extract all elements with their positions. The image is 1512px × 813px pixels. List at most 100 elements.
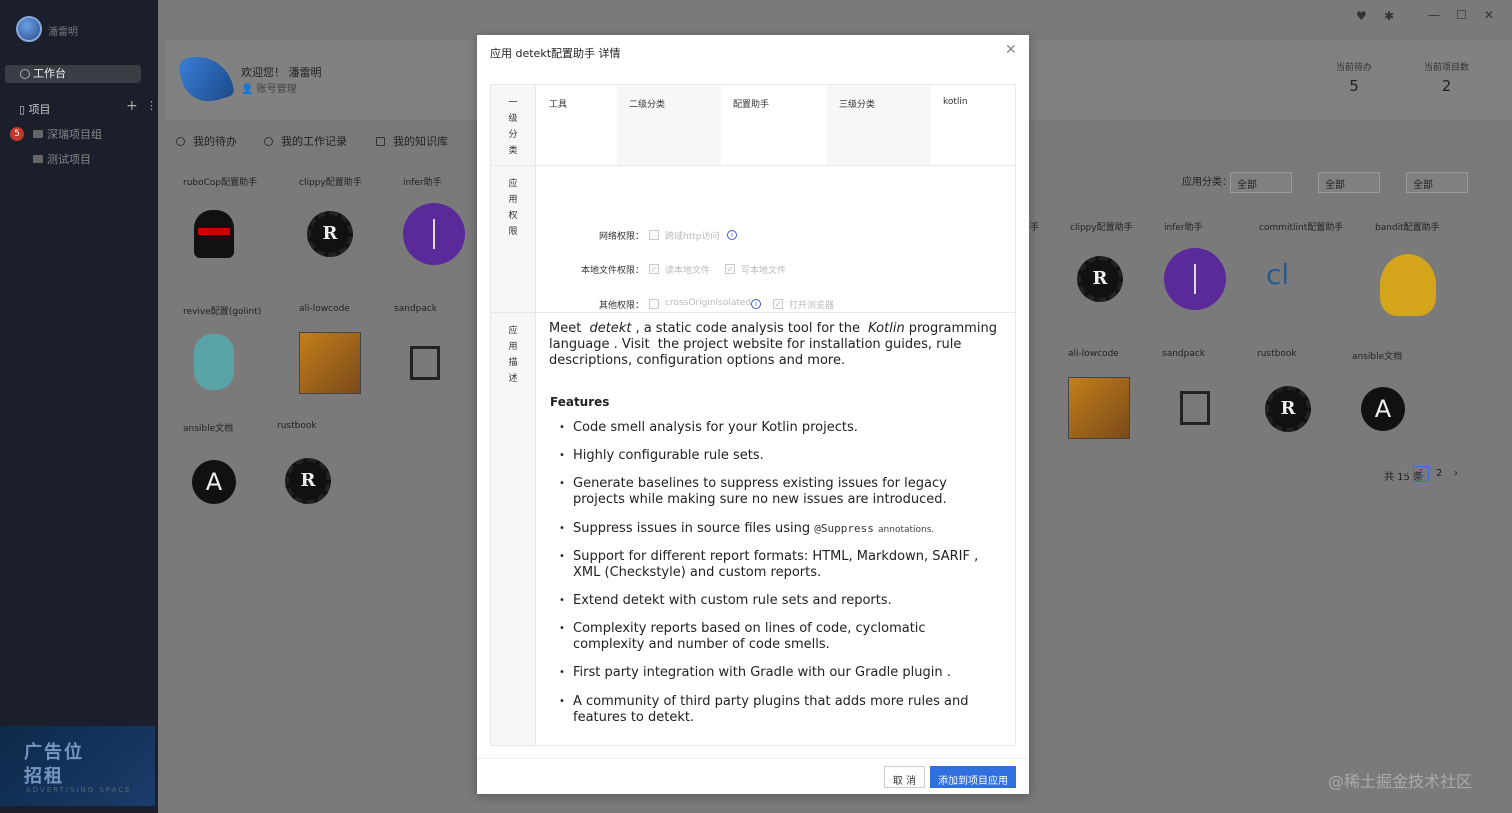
open-browser-checkbox[interactable]: ✓ <box>773 299 783 309</box>
gopher-icon[interactable] <box>194 334 234 390</box>
feature-item: • Highly configurable rule sets. <box>559 448 1001 464</box>
feature-text: Code smell analysis for your Kotlin proj… <box>573 420 858 435</box>
dialog-title: 应用 detekt配置助手 详情 <box>490 47 621 60</box>
row-header-char: 级 <box>508 114 518 124</box>
book-icon <box>376 137 385 146</box>
kotlin-link[interactable]: Kotlin <box>868 321 905 336</box>
app-card-title[interactable]: ansible文档 <box>1352 349 1402 362</box>
cross-origin-checkbox[interactable] <box>649 299 659 309</box>
sidebar-item-project-group[interactable]: 深瑞项目组 <box>33 126 102 142</box>
lowcode-icon[interactable] <box>299 332 361 394</box>
more-icon[interactable]: ⋮ <box>146 99 157 112</box>
sandpack-icon[interactable] <box>410 346 440 380</box>
features-heading: Features <box>550 395 610 409</box>
row-header-char: 分 <box>508 130 518 140</box>
sidebar-projects-header[interactable]: ▯ 项目 <box>19 101 51 117</box>
app-card-title[interactable]: 手 <box>1030 220 1039 233</box>
feature-item: • Generate baselines to suppress existing… <box>559 476 1001 508</box>
read-file-checkbox[interactable]: ✓ <box>649 264 659 274</box>
lowcode-icon[interactable] <box>1068 377 1130 439</box>
app-card-title[interactable]: revive配置(golint) <box>183 304 261 317</box>
app-card-title[interactable]: ansible文档 <box>183 421 233 434</box>
row-header-description: 应 用 描 述 <box>491 313 536 745</box>
info-icon[interactable]: i <box>751 299 761 309</box>
category-select-1[interactable]: 全部 <box>1230 172 1292 193</box>
infer-icon[interactable] <box>403 203 465 265</box>
app-card-title[interactable]: infer助手 <box>1164 220 1203 233</box>
category-select-3[interactable]: 全部 <box>1406 172 1468 193</box>
user-avatar[interactable] <box>16 16 42 42</box>
app-card-title[interactable]: ali-lowcode <box>1068 349 1119 359</box>
write-file-checkbox[interactable]: ✓ <box>725 264 735 274</box>
stat-todo: 当前待办 5 <box>1336 60 1372 95</box>
rust-icon[interactable] <box>1265 386 1311 432</box>
clock-icon <box>264 137 273 146</box>
sandpack-icon[interactable] <box>1180 391 1210 425</box>
rubocop-icon[interactable] <box>194 210 234 258</box>
app-card-title[interactable]: ruboCop配置助手 <box>183 175 257 188</box>
app-card-title[interactable]: sandpack <box>394 304 437 314</box>
tab-todo[interactable]: 我的待办 <box>176 133 237 149</box>
row-header-char: 应 <box>508 179 518 189</box>
open-browser-option: 打开浏览器 <box>789 301 835 311</box>
tab-label: 我的工作记录 <box>281 135 347 148</box>
page-2-button[interactable]: 2 <box>1436 468 1442 479</box>
network-checkbox[interactable] <box>649 230 659 240</box>
add-project-icon[interactable]: + <box>126 98 138 114</box>
suppress-code: @Suppress <box>814 522 874 535</box>
category-select-2[interactable]: 全部 <box>1318 172 1380 193</box>
maximize-icon[interactable]: ☐ <box>1456 8 1467 22</box>
close-icon[interactable]: ✕ <box>1484 8 1494 22</box>
app-card-title[interactable]: commitlint配置助手 <box>1259 220 1343 233</box>
filter-label: 应用分类： <box>1182 177 1232 188</box>
sidebar-item-test-project[interactable]: 测试项目 <box>33 151 91 167</box>
prev-page-icon[interactable]: ‹ <box>1404 468 1408 479</box>
dialog-close-icon[interactable]: ✕ <box>1005 42 1017 58</box>
app-card-title[interactable]: sandpack <box>1162 349 1205 359</box>
bandit-icon[interactable] <box>1380 254 1436 316</box>
app-card-title[interactable]: clippy配置助手 <box>1070 220 1133 233</box>
workbench-icon <box>20 69 30 79</box>
detekt-link[interactable]: detekt <box>589 321 631 336</box>
next-page-icon[interactable]: › <box>1454 468 1458 479</box>
row-header-char: 述 <box>508 374 518 384</box>
row-header-char: 类 <box>508 146 518 156</box>
ad-line3: ADVERTISING SPACE <box>26 786 132 794</box>
ansible-icon[interactable]: A <box>192 460 236 504</box>
category-cell: 配置助手 <box>733 100 770 110</box>
ad-banner[interactable]: 广告位 招租 ADVERTISING SPACE <box>0 726 155 806</box>
app-card-title[interactable]: ali-lowcode <box>299 304 350 314</box>
ansible-icon[interactable]: A <box>1361 387 1405 431</box>
rust-icon[interactable] <box>285 458 331 504</box>
page-1-button[interactable]: 1 <box>1413 466 1429 482</box>
stat-label: 当前待办 <box>1336 63 1373 73</box>
minimize-icon[interactable]: — <box>1428 8 1440 22</box>
row-header-char: 用 <box>508 342 518 352</box>
app-card-title[interactable]: rustbook <box>1257 349 1297 359</box>
rust-icon[interactable] <box>307 211 353 257</box>
app-card-title[interactable]: clippy配置助手 <box>299 175 362 188</box>
account-link[interactable]: 👤 账号管理 <box>241 80 297 95</box>
rust-icon[interactable] <box>1077 256 1123 302</box>
info-icon[interactable]: i <box>727 230 737 240</box>
write-file-option: 写本地文件 <box>741 266 787 276</box>
feature-text: Suppress issues in source files using <box>573 521 811 536</box>
website-link[interactable]: the project website <box>658 337 783 352</box>
bulb-icon[interactable]: ♥ <box>1356 9 1367 23</box>
feature-text: Generate baselines to suppress existing … <box>573 476 947 507</box>
row-header-char: 一 <box>508 98 518 108</box>
sidebar-item-workbench[interactable]: 工作台 <box>5 65 141 83</box>
infer-icon[interactable] <box>1164 248 1226 310</box>
add-to-project-button[interactable]: 添加到项目应用 <box>930 766 1016 788</box>
app-card-title[interactable]: bandit配置助手 <box>1375 220 1440 233</box>
tab-worklog[interactable]: 我的工作记录 <box>264 133 347 149</box>
desc-text: Meet <box>549 321 582 336</box>
app-card-title[interactable]: infer助手 <box>403 175 442 188</box>
folder-icon <box>33 130 43 138</box>
category-cell: 三级分类 <box>827 85 931 165</box>
cancel-button[interactable]: 取 消 <box>884 766 925 788</box>
app-card-title[interactable]: rustbook <box>277 421 317 431</box>
tab-knowledge[interactable]: 我的知识库 <box>376 133 448 149</box>
bug-icon[interactable]: ✱ <box>1384 9 1394 23</box>
commitlint-icon[interactable]: cl <box>1266 258 1289 291</box>
